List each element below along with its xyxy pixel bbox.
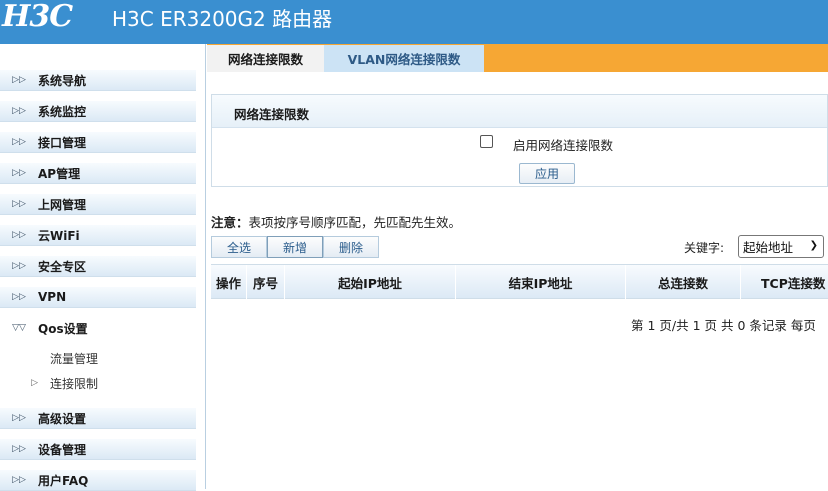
tab-vlan-connection-limit[interactable]: VLAN网络连接限数 [324, 45, 484, 72]
keyword-select-value: 起始地址 [743, 240, 794, 255]
sidebar-item-label: 上网管理 [38, 197, 87, 212]
sidebar-item-label: Qos设置 [38, 321, 88, 336]
settings-panel: 网络连接限数 启用网络连接限数 应用 [211, 94, 828, 187]
expand-arrow-icon: ▷▷ [12, 261, 26, 271]
sidebar-item-label: 接口管理 [38, 135, 87, 150]
chevron-down-icon: ❯ [809, 240, 818, 251]
sidebar-item-label: 系统导航 [38, 73, 87, 88]
column-header-action: 操作 [211, 265, 247, 299]
apply-button[interactable]: 应用 [519, 163, 575, 184]
sidebar-item-qos[interactable]: ▽▽ Qos设置 [0, 317, 196, 339]
sidebar-item-label: 安全专区 [38, 259, 87, 274]
panel-title: 网络连接限数 [234, 107, 310, 122]
expand-arrow-icon: ▷▷ [12, 413, 26, 423]
delete-button[interactable]: 删除 [323, 236, 379, 258]
sidebar-item-label: AP管理 [38, 166, 81, 181]
expand-arrow-icon: ▷▷ [12, 444, 26, 454]
expand-arrow-icon: ▷▷ [12, 106, 26, 116]
current-arrow-icon: ▷ [31, 378, 38, 388]
table-header: 操作 序号 起始IP地址 结束IP地址 总连接数 TCP连接数 [211, 264, 828, 299]
sidebar-item-label: 高级设置 [38, 411, 87, 426]
column-header-tcp-connections: TCP连接数 [761, 275, 826, 291]
expand-arrow-icon: ▷▷ [12, 230, 26, 240]
sidebar-item-cloud-wifi[interactable]: ▷▷ 云WiFi [0, 224, 196, 246]
sidebar-item-system-nav[interactable]: ▷▷ 系统导航 [0, 69, 196, 91]
note-prefix: 注意： [211, 215, 249, 230]
enable-checkbox[interactable] [480, 135, 493, 148]
column-header-index: 序号 [247, 265, 285, 299]
sidebar-item-internet[interactable]: ▷▷ 上网管理 [0, 193, 196, 215]
sidebar-item-system-monitor[interactable]: ▷▷ 系统监控 [0, 100, 196, 122]
sidebar-subitem-connection-limit[interactable]: ▷ 连接限制 [0, 373, 196, 393]
select-all-button[interactable]: 全选 [211, 236, 267, 258]
enable-label: 启用网络连接限数 [513, 138, 614, 153]
note-text: 注意：表项按序号顺序匹配，先匹配先生效。 [211, 212, 461, 231]
sidebar-item-label: 云WiFi [38, 228, 80, 243]
sidebar-item-vpn[interactable]: ▷▷ VPN [0, 286, 196, 308]
expand-arrow-icon: ▷▷ [12, 199, 26, 209]
sidebar-item-label: VPN [38, 290, 67, 304]
note-body: 表项按序号顺序匹配，先匹配先生效。 [248, 215, 462, 230]
sidebar-item-label: 系统监控 [38, 104, 87, 119]
collapse-arrow-icon: ▽▽ [12, 323, 26, 333]
tab-bar: 网络连接限数 VLAN网络连接限数 [207, 44, 828, 72]
panel-header: 网络连接限数 [212, 95, 827, 128]
app-title: H3C ER3200G2 路由器 [112, 7, 333, 31]
expand-arrow-icon: ▷▷ [12, 292, 26, 302]
sidebar-item-label: 设备管理 [38, 442, 87, 457]
tab-connection-limit[interactable]: 网络连接限数 [207, 45, 324, 72]
keyword-label: 关键字: [684, 241, 725, 255]
sidebar-item-interface[interactable]: ▷▷ 接口管理 [0, 131, 196, 153]
add-button[interactable]: 新增 [267, 236, 323, 258]
sidebar: ▷▷ 系统导航 ▷▷ 系统监控 ▷▷ 接口管理 ▷▷ AP管理 ▷▷ 上网管理 … [0, 44, 206, 491]
sidebar-subitem-traffic[interactable]: ▷ 流量管理 [0, 348, 196, 368]
sidebar-item-faq[interactable]: ▷▷ 用户FAQ [0, 469, 196, 491]
expand-arrow-icon: ▷▷ [12, 475, 26, 485]
sidebar-item-label: 用户FAQ [38, 473, 89, 488]
app-header: H3C H3C ER3200G2 路由器 [0, 0, 828, 44]
sidebar-subitem-label: 连接限制 [50, 376, 99, 391]
expand-arrow-icon: ▷▷ [12, 137, 26, 147]
keyword-select[interactable]: 起始地址 ❯ [738, 235, 824, 258]
expand-arrow-icon: ▷▷ [12, 75, 26, 85]
sidebar-item-advanced[interactable]: ▷▷ 高级设置 [0, 407, 196, 429]
sidebar-subitem-label: 流量管理 [50, 351, 99, 366]
h3c-logo: H3C [2, 0, 73, 34]
column-header-end-ip: 结束IP地址 [456, 265, 626, 299]
column-header-total-connections: 总连接数 [626, 265, 741, 299]
sidebar-item-security[interactable]: ▷▷ 安全专区 [0, 255, 196, 277]
sidebar-item-ap[interactable]: ▷▷ AP管理 [0, 162, 196, 184]
column-header-start-ip: 起始IP地址 [285, 265, 456, 299]
sidebar-item-device[interactable]: ▷▷ 设备管理 [0, 438, 196, 460]
expand-arrow-icon: ▷▷ [12, 168, 26, 178]
pagination-info: 第 1 页/共 1 页 共 0 条记录 每页 [631, 318, 816, 333]
